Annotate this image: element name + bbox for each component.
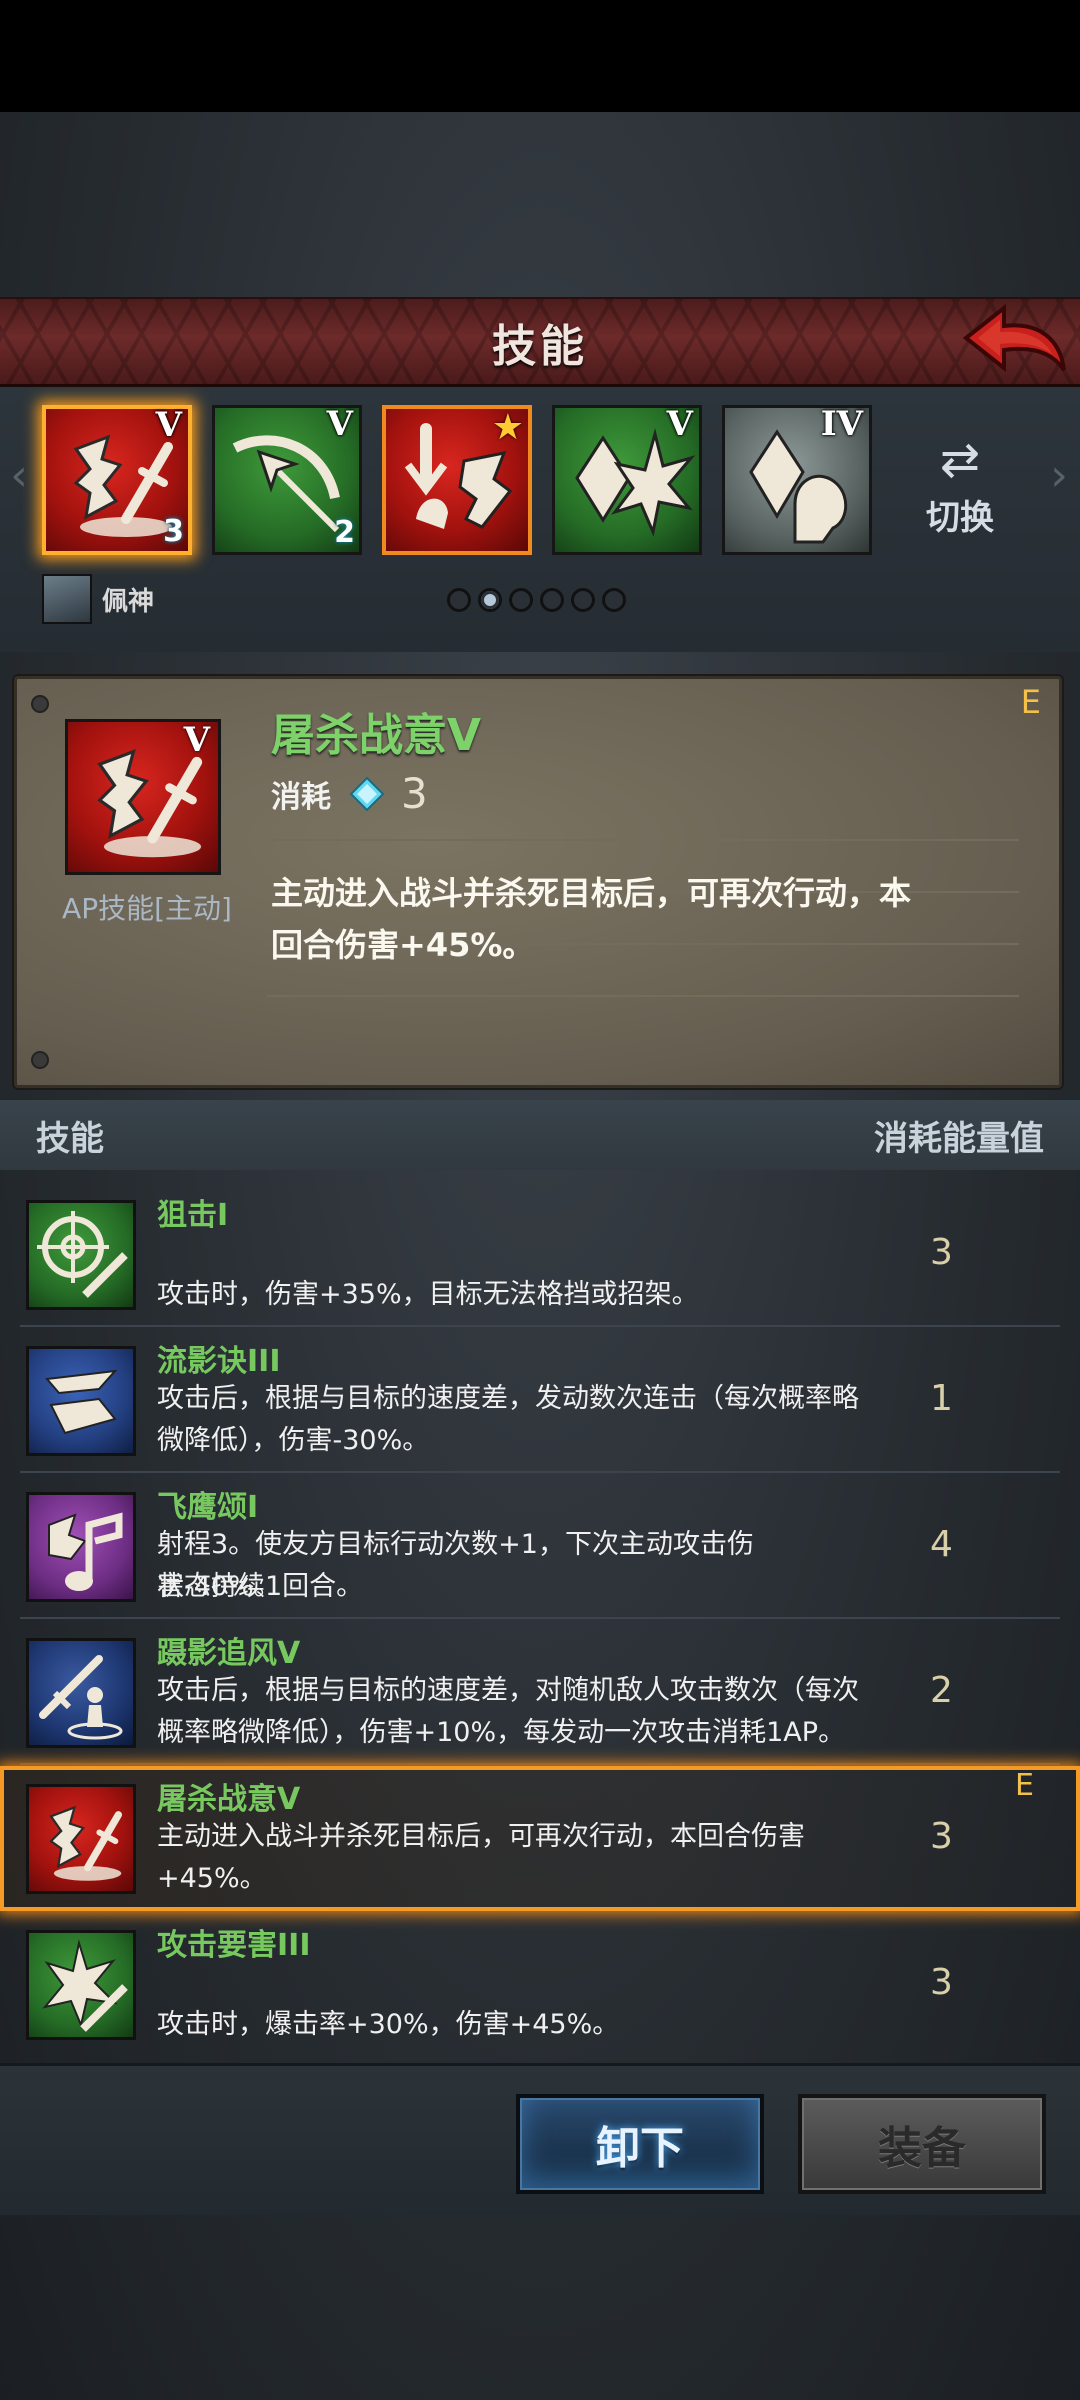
slot-level-label: V <box>155 405 182 445</box>
page-dot[interactable] <box>602 588 626 612</box>
skill-cost: 4 <box>930 1524 953 1565</box>
skill-detail-card: V AP技能[主动] 屠杀战意V E 消耗 3 主动进入战斗并杀死目标后，可再次… <box>14 676 1062 1088</box>
skill-description: 微降低），伤害-30%。 <box>157 1425 430 1456</box>
skill-row[interactable]: 飞鹰颂I 射程3。使友方目标行动次数+1，下次主动攻击伤害-40%。 状态持续1… <box>0 1474 1080 1619</box>
skill-description: 主动进入战斗并杀死目标后，可再次行动，本回合伤害 <box>157 1821 805 1852</box>
skill-description: 攻击时，爆击率+30%，伤害+45%。 <box>157 2009 620 2040</box>
skill-name: 屠杀战意V <box>157 1782 301 1817</box>
switch-button[interactable]: ⇄ 切换 <box>905 425 1015 545</box>
back-arrow-icon <box>962 303 1066 373</box>
skill-description: 状态持续1回合。 <box>157 1571 364 1602</box>
hero-avatar <box>42 574 92 624</box>
equip-button[interactable]: 装备 <box>798 2094 1046 2194</box>
title-bar: 技能 <box>0 297 1080 387</box>
snipe-skill-icon <box>26 1200 136 1310</box>
equipped-skill-slot-1[interactable]: V 3 <box>42 405 192 555</box>
skill-cost: 3 <box>930 1816 953 1857</box>
skill-description: 主动进入战斗并杀死目标后，可再次行动，本 回合伤害+45%。 <box>271 867 991 971</box>
hero-info: 佩神 <box>42 574 154 624</box>
detail-skill-name: 屠杀战意V <box>271 710 482 761</box>
page-dot[interactable] <box>571 588 595 612</box>
skill-row[interactable]: 流影诀III 攻击后，根据与目标的速度差，发动数次连击（每次概率略 微降低），伤… <box>0 1328 1080 1473</box>
skill-cost: 3 <box>930 1962 953 2003</box>
skill-list-header: 技能 消耗能量值 <box>0 1100 1080 1170</box>
cost-row: 消耗 3 <box>271 769 428 818</box>
skill-description: 攻击后，根据与目标的速度差，发动数次连击（每次概率略 <box>157 1383 859 1414</box>
skill-row[interactable]: 蹑影追风V 攻击后，根据与目标的速度差，对随机敌人攻击数次（每次 概率略微降低）… <box>0 1620 1080 1765</box>
skill-cost: 1 <box>930 1378 953 1419</box>
page-dot[interactable] <box>447 588 471 612</box>
page-dot-active[interactable] <box>478 588 502 612</box>
unequip-label: 卸下 <box>596 2123 684 2174</box>
slaughter-skill-icon <box>26 1784 136 1894</box>
skill-cost: 2 <box>930 1670 953 1711</box>
skill-name: 流影诀III <box>157 1344 281 1379</box>
hero-name: 佩神 <box>102 586 155 617</box>
rivet <box>31 1051 49 1069</box>
skill-row[interactable]: 攻击要害III 攻击时，爆击率+30%，伤害+45%。 3 <box>0 1912 1080 2057</box>
page-dot[interactable] <box>509 588 533 612</box>
skill-name: 飞鹰颂I <box>157 1490 259 1525</box>
equipped-skill-slot-4[interactable]: V <box>552 404 702 555</box>
skill-description: 概率略微降低），伤害+10%，每发动一次攻击消耗1AP。 <box>157 1717 846 1748</box>
energy-gem-icon <box>349 776 385 811</box>
eagle-song-skill-icon <box>26 1492 136 1602</box>
skill-name: 攻击要害III <box>157 1928 311 1963</box>
skill-grade-badge: E <box>1020 683 1041 721</box>
screen: 技能 ‹ › V 3 V 2 ★ V IV ⇄ 切换 佩神 V AP技能[主动]… <box>0 0 1080 2400</box>
cost-value: 3 <box>401 769 428 818</box>
scroll-right-arrow[interactable]: › <box>1044 440 1074 510</box>
unequip-button[interactable]: 卸下 <box>516 2094 764 2194</box>
skill-row-selected[interactable]: 屠杀战意V E 主动进入战斗并杀死目标后，可再次行动，本回合伤害 +45%。 3 <box>0 1766 1080 1911</box>
swap-arrows-icon: ⇄ <box>939 431 981 488</box>
description-line: 主动进入战斗并杀死目标后，可再次行动，本 <box>271 874 912 912</box>
vital-strike-skill-icon <box>26 1930 136 2040</box>
equip-label: 装备 <box>878 2123 966 2174</box>
shadow-blade-skill-icon <box>26 1346 136 1456</box>
detail-level-label: V <box>183 720 210 760</box>
back-button[interactable] <box>960 300 1070 380</box>
shadow-chase-skill-icon <box>26 1638 136 1748</box>
slot-gem-count: 3 <box>163 514 184 549</box>
skill-description: 攻击后，根据与目标的速度差，对随机敌人攻击数次（每次 <box>157 1675 859 1706</box>
column-header-cost: 消耗能量值 <box>874 1118 1044 1159</box>
skill-description: 攻击时，伤害+35%，目标无法格挡或招架。 <box>157 1279 699 1310</box>
rivet <box>31 695 49 713</box>
star-icon: ★ <box>491 407 524 448</box>
description-line: 回合伤害+45%。 <box>271 926 535 964</box>
page-indicator <box>447 588 626 612</box>
column-header-skill: 技能 <box>36 1118 104 1159</box>
skill-description: +45%。 <box>157 1863 267 1894</box>
skill-row[interactable]: 狙击I 攻击时，伤害+35%，目标无法格挡或招架。 3 <box>0 1182 1080 1327</box>
equipped-skill-slot-2[interactable]: V 2 <box>212 404 362 555</box>
detail-skill-icon: V <box>65 719 221 875</box>
scroll-left-arrow[interactable]: ‹ <box>4 440 34 510</box>
skill-cost: 3 <box>930 1232 953 1273</box>
skill-type-label: AP技能[主动] <box>62 892 232 925</box>
slot-level-label: IV <box>820 404 863 444</box>
slot-level-label: V <box>326 404 353 444</box>
skill-name: 蹑影追风V <box>157 1636 301 1671</box>
page-dot[interactable] <box>540 588 564 612</box>
equipped-skill-slot-3[interactable]: ★ <box>382 405 532 555</box>
skill-name: 狙击I <box>157 1198 229 1233</box>
slot-gem-count: 2 <box>334 515 355 550</box>
cost-label: 消耗 <box>271 779 331 815</box>
skill-grade-badge: E <box>1015 1768 1034 1803</box>
slot-level-label: V <box>666 404 693 444</box>
page-title: 技能 <box>492 320 588 372</box>
equipped-skill-slot-5[interactable]: IV <box>722 404 872 555</box>
switch-label: 切换 <box>926 497 994 538</box>
